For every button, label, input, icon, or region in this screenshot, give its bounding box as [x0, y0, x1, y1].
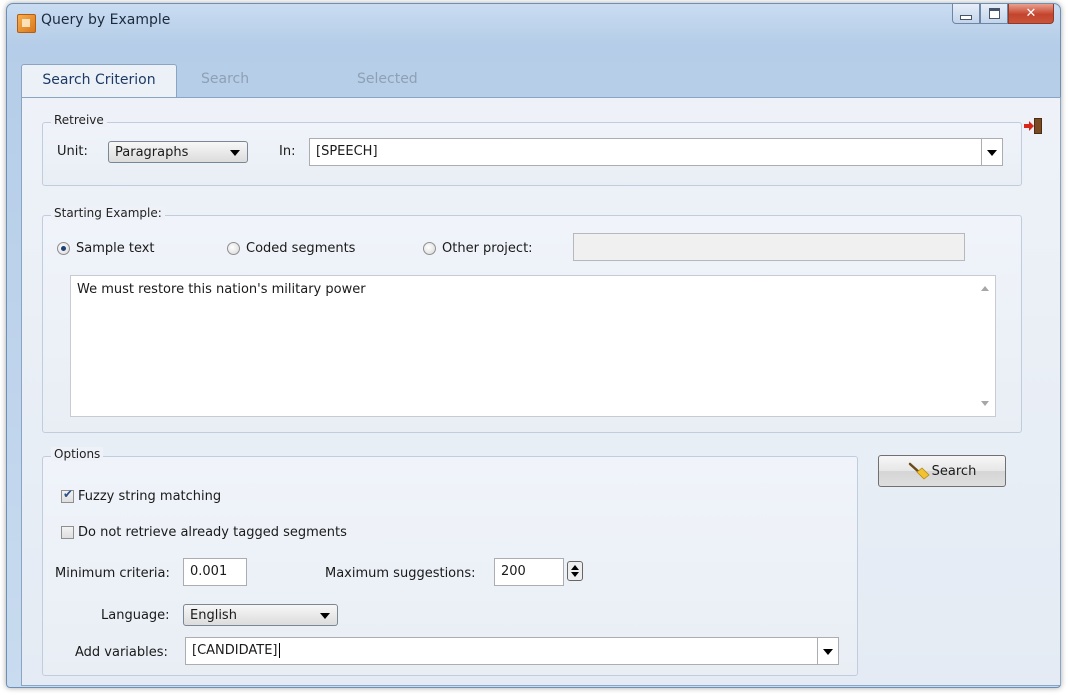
min-criteria-field[interactable]: 0.001: [183, 558, 247, 586]
starting-example-group-label: Starting Example:: [51, 206, 165, 220]
close-button[interactable]: ✕: [1008, 4, 1054, 24]
radio-coded-segments[interactable]: Coded segments: [227, 241, 355, 256]
add-variables-combobox[interactable]: [CANDIDATE]: [185, 637, 839, 665]
unit-label: Unit:: [57, 144, 88, 159]
radio-coded-segments-label: Coded segments: [246, 241, 356, 256]
checkbox-checked-icon: [61, 487, 74, 503]
tab-search-criterion[interactable]: Search Criterion: [21, 64, 177, 99]
search-criterion-panel: Retreive Unit: Paragraphs In: [SPEECH] S…: [21, 97, 1061, 686]
language-select[interactable]: English: [183, 604, 338, 626]
radio-sample-text-label: Sample text: [76, 241, 155, 256]
text-cursor: [278, 643, 280, 658]
search-button[interactable]: Search: [878, 455, 1006, 487]
starting-example-group: Starting Example: Sample text Coded segm…: [42, 206, 1022, 433]
other-project-field[interactable]: [573, 233, 965, 261]
fuzzy-checkbox[interactable]: Fuzzy string matching: [61, 487, 222, 504]
radio-unselected-icon: [227, 242, 240, 255]
title-bar[interactable]: Query by Example ✕: [7, 4, 1060, 38]
checkbox-unchecked-icon: [61, 526, 74, 539]
minimize-icon: [960, 15, 972, 20]
radio-other-project-label: Other project:: [442, 241, 533, 256]
query-by-example-window: Query by Example ✕ Search Criterion Sear…: [6, 3, 1061, 688]
sample-text-area[interactable]: We must restore this nation's military p…: [70, 275, 996, 417]
app-icon: [17, 14, 36, 33]
window-controls: ✕: [952, 4, 1054, 24]
retreive-group-label: Retreive: [51, 113, 107, 127]
language-label: Language:: [101, 608, 170, 623]
maximize-icon: [988, 8, 1000, 19]
in-combobox[interactable]: [SPEECH]: [309, 138, 1003, 166]
radio-sample-text[interactable]: Sample text: [57, 241, 155, 256]
options-group: Options Fuzzy string matching Do not ret…: [42, 447, 858, 676]
no-retrieve-checkbox-label: Do not retrieve already tagged segments: [78, 525, 347, 540]
exit-door-icon[interactable]: [1022, 117, 1044, 135]
chevron-down-icon: [320, 613, 330, 619]
scroll-down-icon[interactable]: [981, 401, 989, 406]
no-retrieve-checkbox[interactable]: Do not retrieve already tagged segments: [61, 525, 347, 540]
language-select-value: English: [190, 608, 237, 623]
options-group-label: Options: [51, 447, 104, 461]
add-variables-value: [CANDIDATE]: [192, 643, 278, 658]
max-suggestions-field[interactable]: 200: [494, 558, 564, 586]
retreive-group: Retreive Unit: Paragraphs In: [SPEECH]: [42, 113, 1022, 186]
tab-search-results[interactable]: Search Results: [189, 64, 264, 118]
dropdown-arrow-icon[interactable]: [817, 638, 838, 664]
scroll-up-icon[interactable]: [981, 286, 989, 291]
textarea-scrollbar[interactable]: [975, 276, 995, 416]
tab-selected-hits[interactable]: Selected Hits: [345, 64, 430, 118]
min-criteria-label: Minimum criteria:: [55, 566, 170, 581]
radio-unselected-icon: [423, 242, 436, 255]
broom-icon: [908, 462, 930, 480]
spinner-updown-icon: [567, 561, 583, 581]
unit-select[interactable]: Paragraphs: [108, 141, 248, 163]
minimize-button[interactable]: [952, 4, 980, 24]
max-suggestions-spinner[interactable]: [567, 561, 589, 583]
close-icon: ✕: [1025, 6, 1037, 21]
add-variables-label: Add variables:: [75, 645, 168, 660]
radio-selected-icon: [57, 242, 70, 255]
max-suggestions-label: Maximum suggestions:: [325, 566, 476, 581]
search-button-label: Search: [931, 463, 977, 479]
chevron-down-icon: [230, 150, 240, 156]
window-title: Query by Example: [41, 12, 171, 28]
maximize-button[interactable]: [980, 4, 1008, 24]
sample-text-value: We must restore this nation's military p…: [77, 282, 366, 297]
radio-other-project[interactable]: Other project:: [423, 241, 533, 256]
in-combobox-value: [SPEECH]: [316, 144, 378, 159]
in-label: In:: [279, 144, 296, 159]
unit-select-value: Paragraphs: [115, 145, 189, 160]
dropdown-arrow-icon[interactable]: [981, 139, 1002, 165]
fuzzy-checkbox-label: Fuzzy string matching: [78, 489, 222, 504]
